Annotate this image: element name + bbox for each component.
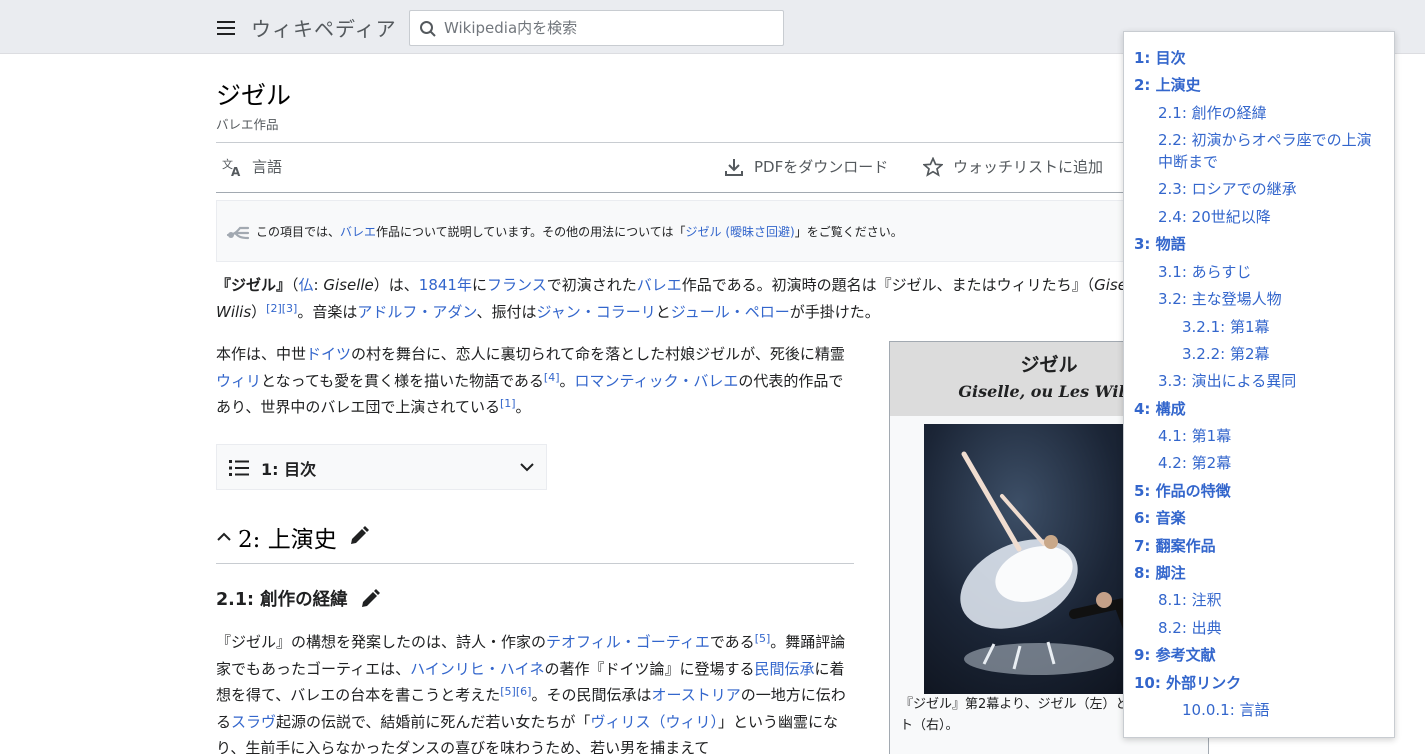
- toc-toggle[interactable]: 1: 目次: [216, 444, 547, 490]
- pencil-icon[interactable]: [349, 526, 369, 546]
- link-germany[interactable]: ドイツ: [306, 345, 351, 363]
- ref-5b[interactable]: [5]: [500, 685, 516, 698]
- download-icon: [725, 158, 743, 176]
- hatnote-text: この項目では、バレエ作品について説明しています。その他の用法については「ジゼル …: [256, 225, 903, 239]
- main-menu-button[interactable]: [214, 16, 238, 40]
- toc-toggle-label: 1: 目次: [261, 460, 317, 479]
- download-pdf-button[interactable]: PDFをダウンロード: [724, 156, 888, 177]
- intro-paragraph-2: 本作は、中世ドイツの村を舞台に、恋人に裏切られて命を落とした村娘ジゼルが、死後に…: [216, 345, 845, 416]
- link-heine[interactable]: ハインリヒ・ハイネ: [410, 660, 544, 678]
- toc-item[interactable]: 4: 構成: [1134, 398, 1186, 420]
- link-romantic-ballet[interactable]: ロマンティック・バレエ: [575, 372, 739, 390]
- page-toolbar: 文 A 言語 PDFをダウンロード ウォッチリストに追加: [216, 152, 1206, 184]
- toc-item[interactable]: 1: 目次: [1134, 47, 1186, 69]
- ref-6[interactable]: [6]: [516, 685, 532, 698]
- list-icon: [229, 460, 249, 476]
- link-wili[interactable]: ウィリ: [216, 372, 261, 390]
- link-slav[interactable]: スラヴ: [231, 713, 276, 731]
- lead-paragraph: 『ジゼル』（仏: Giselle）は、1841年にフランスで初演されたバレエ作品…: [216, 276, 1203, 321]
- disambiguation-icon: [226, 226, 250, 240]
- language-button[interactable]: 文 A 言語: [222, 156, 282, 177]
- link-france[interactable]: フランス: [487, 276, 547, 294]
- origin-paragraph: 『ジゼル』の構想を発案したのは、詩人・作家のテオフィル・ゴーティエである[5]。…: [216, 632, 846, 754]
- toc-item[interactable]: 2: 上演史: [1134, 74, 1201, 96]
- section-heading-history: 2: 上演史: [216, 518, 854, 564]
- hatnote: この項目では、バレエ作品について説明しています。その他の用法については「ジゼル …: [216, 200, 1206, 262]
- link-adam[interactable]: アドルフ・アダン: [357, 303, 476, 321]
- toc-panel: 1: 目次 2: 上演史 2.1: 創作の経緯 2.2: 初演からオペラ座での上演中断…: [1123, 31, 1395, 738]
- pencil-icon[interactable]: [360, 589, 380, 609]
- toc-item[interactable]: 3.1: あらすじ: [1158, 261, 1386, 283]
- toc-item[interactable]: 3.2.1: 第1幕: [1182, 316, 1270, 338]
- ref-5[interactable]: [5]: [755, 632, 771, 645]
- chevron-down-icon: [520, 463, 534, 472]
- section-heading-origin-label: 2.1: 創作の経緯: [216, 590, 348, 610]
- search-box[interactable]: [409, 10, 784, 46]
- toc-item[interactable]: 3.2.2: 第2幕: [1182, 343, 1270, 365]
- toc-item[interactable]: 3: 物語: [1134, 233, 1186, 255]
- section-heading-origin: 2.1: 創作の経緯: [216, 586, 854, 614]
- search-icon: [420, 21, 436, 37]
- toc-item[interactable]: 2.3: ロシアでの継承: [1158, 178, 1386, 200]
- toc-item[interactable]: 8.2: 出典: [1158, 617, 1386, 639]
- page-subtitle: バレエ作品: [216, 117, 279, 132]
- toc-item[interactable]: 3.2: 主な登場人物: [1158, 288, 1386, 310]
- link-gautier[interactable]: テオフィル・ゴーティエ: [546, 633, 710, 651]
- link-wilis[interactable]: ヴィリス（ウィリ）: [590, 713, 718, 731]
- svg-text:A: A: [231, 165, 241, 177]
- download-pdf-label: PDFをダウンロード: [754, 158, 889, 176]
- watchlist-button[interactable]: ウォッチリストに追加: [923, 156, 1103, 177]
- ref-2[interactable]: [2]: [266, 302, 282, 315]
- hatnote-link-ballet[interactable]: バレエ: [340, 225, 376, 239]
- link-ballet[interactable]: バレエ: [637, 276, 682, 294]
- toc-item[interactable]: 9: 参考文献: [1134, 644, 1216, 666]
- toc-item[interactable]: 8: 脚注: [1134, 562, 1186, 584]
- translate-icon: 文 A: [222, 157, 241, 177]
- link-1841[interactable]: 1841年: [419, 276, 472, 294]
- toc-item[interactable]: 2.4: 20世紀以降: [1158, 206, 1386, 228]
- language-label: 言語: [252, 158, 283, 176]
- link-folklore[interactable]: 民間伝承: [755, 660, 815, 678]
- toc-item[interactable]: 3.3: 演出による異同: [1158, 370, 1386, 392]
- link-french[interactable]: 仏: [299, 276, 314, 294]
- toc-item[interactable]: 4.1: 第1幕: [1158, 425, 1386, 447]
- toc-item[interactable]: 10: 外部リンク: [1134, 672, 1241, 694]
- ref-1[interactable]: [1]: [500, 397, 516, 410]
- title-divider: [216, 142, 1206, 143]
- toc-item[interactable]: 7: 翻案作品: [1134, 535, 1216, 557]
- chevron-up-icon[interactable]: [216, 529, 232, 543]
- ref-3[interactable]: [3]: [282, 302, 298, 315]
- watchlist-label: ウォッチリストに追加: [953, 158, 1104, 176]
- toc-item[interactable]: 2.2: 初演からオペラ座での上演中断まで: [1158, 129, 1386, 173]
- toc-item[interactable]: 8.1: 注釈: [1158, 589, 1386, 611]
- link-austria[interactable]: オーストリア: [651, 686, 740, 704]
- toc-item[interactable]: 5: 作品の特徴: [1134, 480, 1231, 502]
- ref-4[interactable]: [4]: [544, 371, 560, 384]
- toc-item[interactable]: 10.0.1: 言語: [1182, 699, 1270, 721]
- link-perrot[interactable]: ジュール・ペロー: [671, 303, 790, 321]
- hatnote-link-disambiguation[interactable]: ジゼル (曖昧さ回避): [686, 225, 795, 239]
- toc-item[interactable]: 4.2: 第2幕: [1158, 452, 1386, 474]
- toc-item[interactable]: 2.1: 創作の経緯: [1158, 102, 1386, 124]
- section-heading-history-label: 2: 上演史: [238, 527, 337, 553]
- search-input[interactable]: [444, 18, 774, 38]
- site-logo[interactable]: ウィキペディア: [251, 13, 397, 42]
- star-icon: [923, 156, 943, 177]
- page-title: ジゼル: [216, 81, 292, 110]
- toc-item[interactable]: 6: 音楽: [1134, 507, 1186, 529]
- toolbar-divider: [216, 192, 1206, 193]
- link-coralli[interactable]: ジャン・コラーリ: [537, 303, 656, 321]
